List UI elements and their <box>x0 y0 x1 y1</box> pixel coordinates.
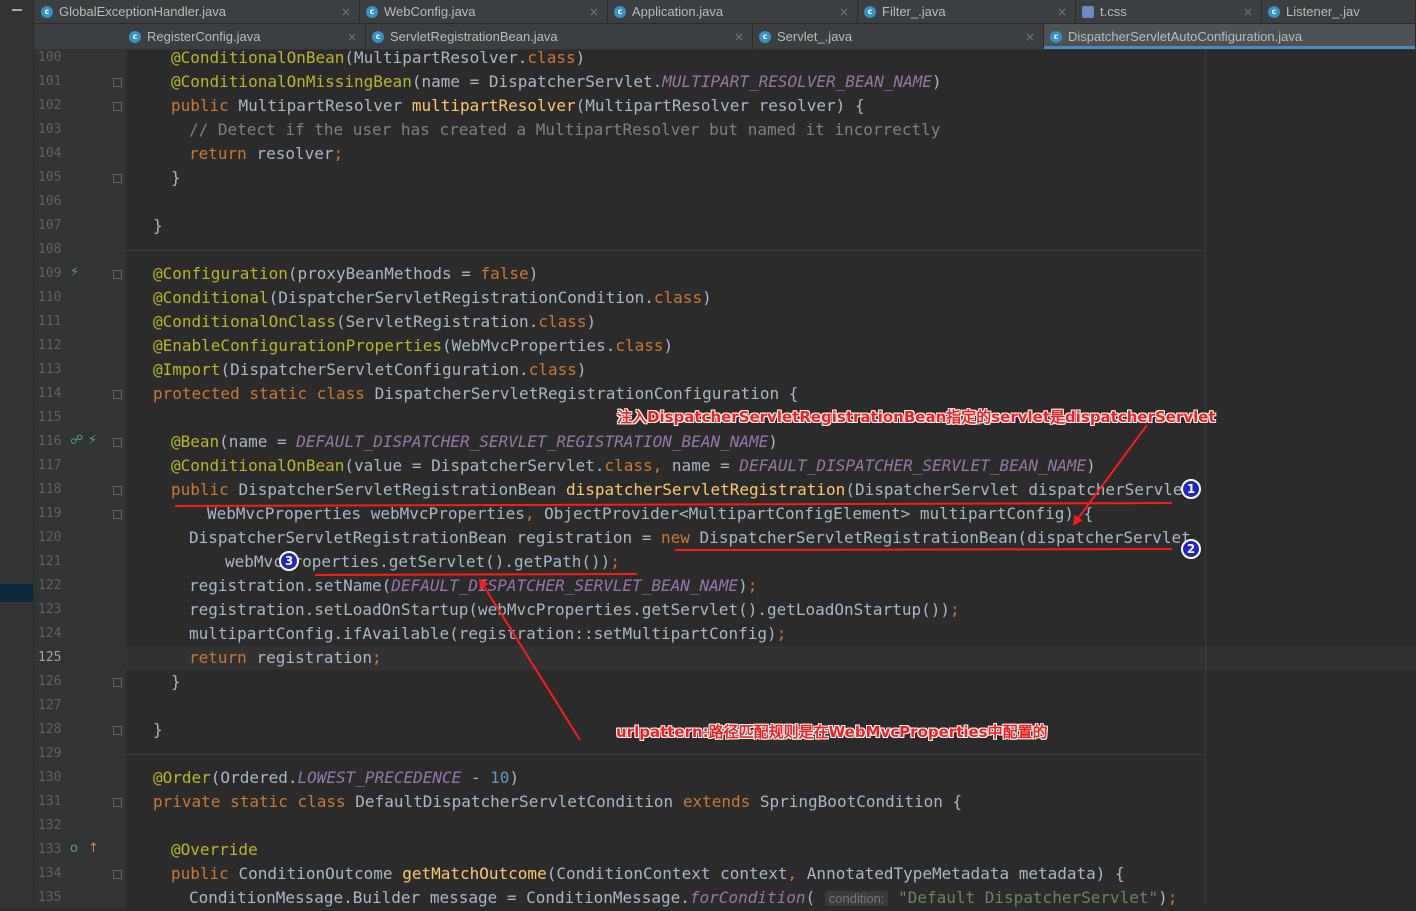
line-number: 115 <box>38 410 62 425</box>
fold-marker-icon[interactable] <box>113 438 122 447</box>
fold-marker-icon[interactable] <box>113 78 122 87</box>
line-number: 104 <box>38 146 62 161</box>
line-number: 100 <box>38 50 62 65</box>
line-number: 123 <box>38 602 62 617</box>
line-number: 112 <box>38 338 62 353</box>
line-number: 110 <box>38 290 62 305</box>
line-number: 107 <box>38 218 62 233</box>
line-number: 128 <box>38 722 62 737</box>
line-number: 101 <box>38 74 62 89</box>
line-number: 126 <box>38 674 62 689</box>
line-number: 119 <box>38 506 62 521</box>
line-number: 111 <box>38 314 62 329</box>
line-number: 102 <box>38 98 62 113</box>
underline-registration-constructor <box>674 548 1173 551</box>
run-gutter-icon[interactable]: ☍ <box>70 433 83 448</box>
line-number: 135 <box>38 890 62 905</box>
line-number: 125 <box>38 650 62 665</box>
fold-marker-icon[interactable] <box>113 102 122 111</box>
line-number: 127 <box>38 698 62 713</box>
run-gutter-icon[interactable]: ⚡ <box>70 265 79 280</box>
line-number: 121 <box>38 554 62 569</box>
underline-method-signature <box>174 502 1173 507</box>
line-number: 133 <box>38 842 62 857</box>
fold-marker-icon[interactable] <box>113 270 122 279</box>
annotation-dispatcher-servlet-note: 注入DispatcherServletRegistrationBean指定的se… <box>617 408 1216 426</box>
annotation-badge-2: 2 <box>1181 539 1201 559</box>
fold-marker-icon[interactable] <box>113 870 122 879</box>
line-number: 109 <box>38 266 62 281</box>
annotation-badge-3: 3 <box>279 551 299 571</box>
fold-marker-icon[interactable] <box>113 798 122 807</box>
annotation-overlay <box>174 424 1173 741</box>
annotation-url-pattern-note: urlpattern:路径匹配规则是在WebMvcProperties中配置的 <box>616 723 1048 741</box>
line-number: 130 <box>38 770 62 785</box>
fold-marker-icon[interactable] <box>113 486 122 495</box>
underline-get-path <box>314 573 638 576</box>
fold-marker-icon[interactable] <box>113 174 122 183</box>
method-separator <box>126 250 1205 251</box>
fold-marker-icon[interactable] <box>113 390 122 399</box>
arrow-to-url-path <box>478 578 581 741</box>
line-number: 134 <box>38 866 62 881</box>
line-number: 108 <box>38 242 62 257</box>
method-separator <box>126 754 1205 755</box>
run-gutter-icon[interactable]: ↑ <box>88 841 99 856</box>
fold-marker-icon[interactable] <box>113 510 122 519</box>
annotation-badge-1: 1 <box>1181 479 1201 499</box>
line-number: 103 <box>38 122 62 137</box>
line-number: 114 <box>38 386 62 401</box>
line-number: 116 <box>38 434 62 449</box>
line-number: 106 <box>38 194 62 209</box>
arrow-to-dispatcher-servlet <box>1072 424 1148 526</box>
line-number: 132 <box>38 818 62 833</box>
line-number: 113 <box>38 362 62 377</box>
line-number: 120 <box>38 530 62 545</box>
line-number: 118 <box>38 482 62 497</box>
line-number: 129 <box>38 746 62 761</box>
line-number: 131 <box>38 794 62 809</box>
line-number: 124 <box>38 626 62 641</box>
line-number: 122 <box>38 578 62 593</box>
fold-marker-icon[interactable] <box>113 678 122 687</box>
run-gutter-icon[interactable]: ⚡ <box>88 433 97 448</box>
line-number: 105 <box>38 170 62 185</box>
run-gutter-icon[interactable]: o <box>70 841 78 856</box>
fold-marker-icon[interactable] <box>113 726 122 735</box>
line-number: 117 <box>38 458 62 473</box>
